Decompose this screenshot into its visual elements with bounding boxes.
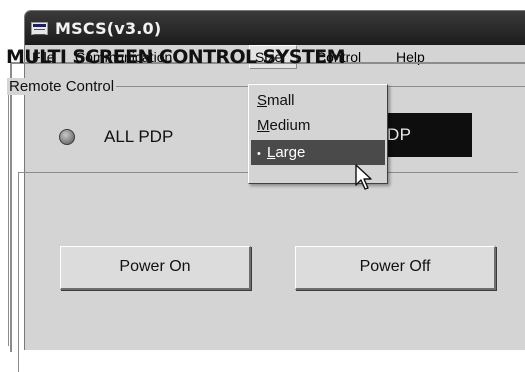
title-bar[interactable]: MSCS(v3.0) [25,11,525,45]
size-menu-item-medium[interactable]: Medium [249,113,387,138]
size-menu-item-large[interactable]: • Large [251,140,385,165]
size-small-mnemonic: S [257,92,268,109]
app-icon[interactable] [31,22,48,35]
power-on-button[interactable]: Power On [60,246,251,290]
remote-control-label: Remote Control [7,78,117,95]
size-small-rest: mall [267,92,295,109]
size-medium-rest: edium [269,117,311,134]
size-medium-mnemonic: M [257,117,270,134]
checked-bullet-icon: • [257,148,261,160]
mouse-pointer-icon [355,164,372,190]
status-led-icon [59,129,75,145]
window-title: MSCS(v3.0) [55,19,162,38]
power-off-button[interactable]: Power Off [295,246,496,290]
size-large-rest: arge [275,144,306,161]
size-menu-item-small[interactable]: Small [249,88,387,113]
page-title: MULTI SCREEN CONTROL SYSTEM [6,46,346,68]
all-pdp-label[interactable]: ALL PDP [104,127,173,147]
